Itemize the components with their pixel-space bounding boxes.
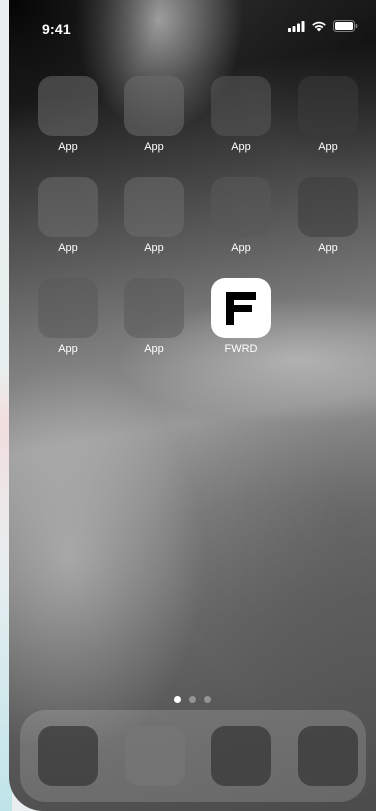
app-icon-tile: [298, 177, 358, 237]
app-label: App: [58, 343, 78, 355]
app-label: App: [58, 242, 78, 254]
app-icon-row2-2[interactable]: App: [124, 177, 184, 254]
status-time: 9:41: [42, 21, 71, 37]
cellular-signal-icon: [288, 19, 305, 37]
app-label: App: [318, 242, 338, 254]
app-icon-tile: [211, 177, 271, 237]
app-icon-tile: [124, 278, 184, 338]
dock-app-3[interactable]: [211, 726, 271, 786]
app-label: App: [231, 141, 251, 153]
app-icon-row1-4[interactable]: App: [298, 76, 358, 153]
app-label: App: [144, 242, 164, 254]
app-icon-tile: [298, 76, 358, 136]
app-icon-row2-1[interactable]: App: [38, 177, 98, 254]
dock-app-1[interactable]: [38, 726, 98, 786]
page-dot-active[interactable]: [174, 696, 181, 703]
app-icon-row1-2[interactable]: App: [124, 76, 184, 153]
app-icon-row2-3[interactable]: App: [211, 177, 271, 254]
app-icon-row1-1[interactable]: App: [38, 76, 98, 153]
app-icon-tile: [124, 177, 184, 237]
app-label: App: [58, 141, 78, 153]
dock-app-2[interactable]: [125, 726, 185, 786]
app-label-fwrd: FWRD: [224, 343, 258, 355]
device-frame: 9:41 App App App App App App App App App…: [0, 0, 376, 811]
app-icon-fwrd[interactable]: FWRD: [211, 278, 271, 355]
page-indicator[interactable]: [9, 696, 376, 704]
app-label: App: [144, 343, 164, 355]
battery-icon: [333, 19, 358, 37]
app-icon-tile: [38, 76, 98, 136]
app-icon-row3-2[interactable]: App: [124, 278, 184, 355]
page-dot[interactable]: [189, 696, 196, 703]
wifi-icon: [311, 19, 327, 37]
status-bar: 9:41: [9, 0, 376, 44]
status-icons: [288, 19, 358, 37]
page-dot[interactable]: [204, 696, 211, 703]
app-icon-tile: [38, 278, 98, 338]
fwrd-logo-icon: [211, 278, 271, 338]
app-icon-tile: [38, 177, 98, 237]
app-label: App: [144, 141, 164, 153]
dock: [20, 710, 366, 802]
dock-app-4[interactable]: [298, 726, 358, 786]
app-label: App: [231, 242, 251, 254]
app-icon-row3-1[interactable]: App: [38, 278, 98, 355]
app-icon-tile: [124, 76, 184, 136]
app-icon-row2-4[interactable]: App: [298, 177, 358, 254]
app-icon-tile: [211, 76, 271, 136]
app-label: App: [318, 141, 338, 153]
app-icon-row1-3[interactable]: App: [211, 76, 271, 153]
home-screen: 9:41 App App App App App App App App App…: [9, 0, 376, 811]
